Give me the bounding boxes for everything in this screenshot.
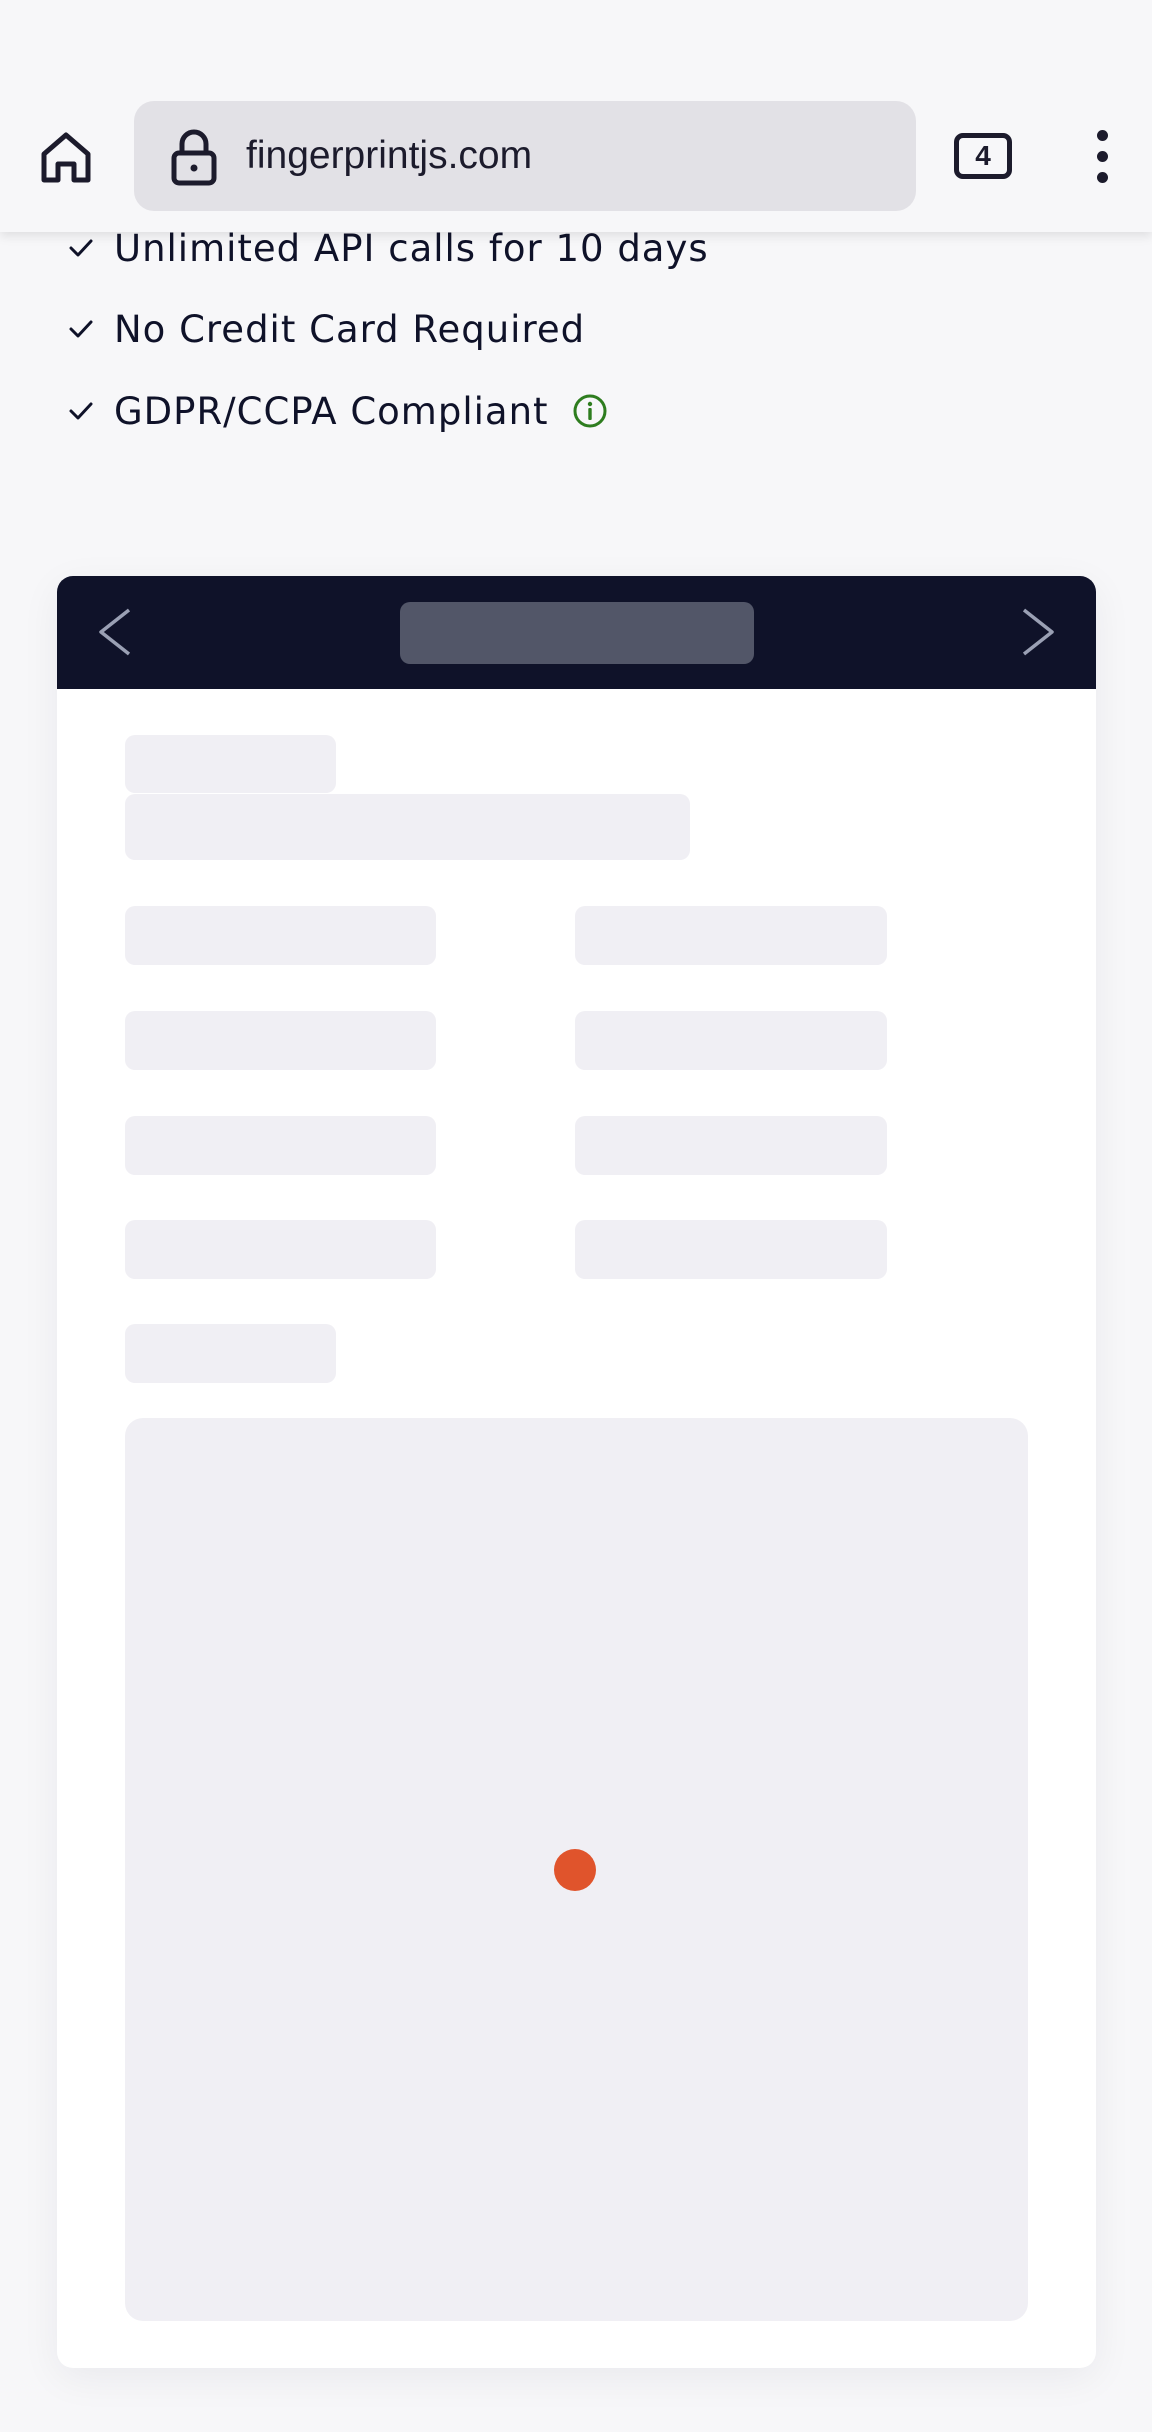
more-menu-button[interactable] [1078, 126, 1128, 186]
skeleton-field [575, 1116, 887, 1175]
tab-count: 4 [975, 140, 991, 171]
loading-indicator [554, 1849, 596, 1891]
feature-text: Unlimited API calls for 10 days [114, 226, 709, 270]
chevron-right-icon [1022, 608, 1054, 656]
home-icon [41, 132, 91, 183]
skeleton-field [125, 906, 436, 965]
demo-card [57, 576, 1096, 2368]
tab-switcher-button[interactable]: 4 [954, 133, 1012, 179]
skeleton-label [125, 1324, 336, 1383]
home-button[interactable] [30, 120, 102, 192]
skeleton-field [575, 906, 887, 965]
header-title-placeholder [400, 602, 754, 664]
skeleton-field [575, 1011, 887, 1070]
feature-text: GDPR/CCPA Compliant [114, 389, 549, 433]
skeleton-field [575, 1220, 887, 1279]
more-vertical-icon [1097, 130, 1108, 141]
check-icon [64, 394, 98, 428]
skeleton-field [125, 1220, 436, 1279]
lock-icon[interactable] [162, 125, 226, 189]
previous-button[interactable] [85, 602, 145, 662]
next-button[interactable] [1008, 602, 1068, 662]
skeleton-field [125, 1116, 436, 1175]
check-icon [64, 312, 98, 346]
more-vertical-icon-dot [1097, 172, 1108, 183]
demo-card-header [57, 576, 1096, 689]
skeleton-subtitle [125, 794, 690, 860]
url-text[interactable]: fingerprintjs.com [246, 101, 532, 211]
browser-toolbar: fingerprintjs.com 4 [0, 0, 1152, 232]
feature-item: No Credit Card Required [64, 299, 585, 359]
skeleton-field [125, 1011, 436, 1070]
skeleton-title [125, 735, 336, 793]
chevron-left-icon [99, 608, 131, 656]
check-icon [64, 231, 98, 265]
address-bar[interactable]: fingerprintjs.com [134, 101, 916, 211]
info-icon[interactable] [571, 392, 609, 430]
feature-text: No Credit Card Required [114, 307, 586, 351]
more-vertical-icon-dot [1097, 151, 1108, 162]
feature-item: GDPR/CCPA Compliant [64, 381, 609, 441]
